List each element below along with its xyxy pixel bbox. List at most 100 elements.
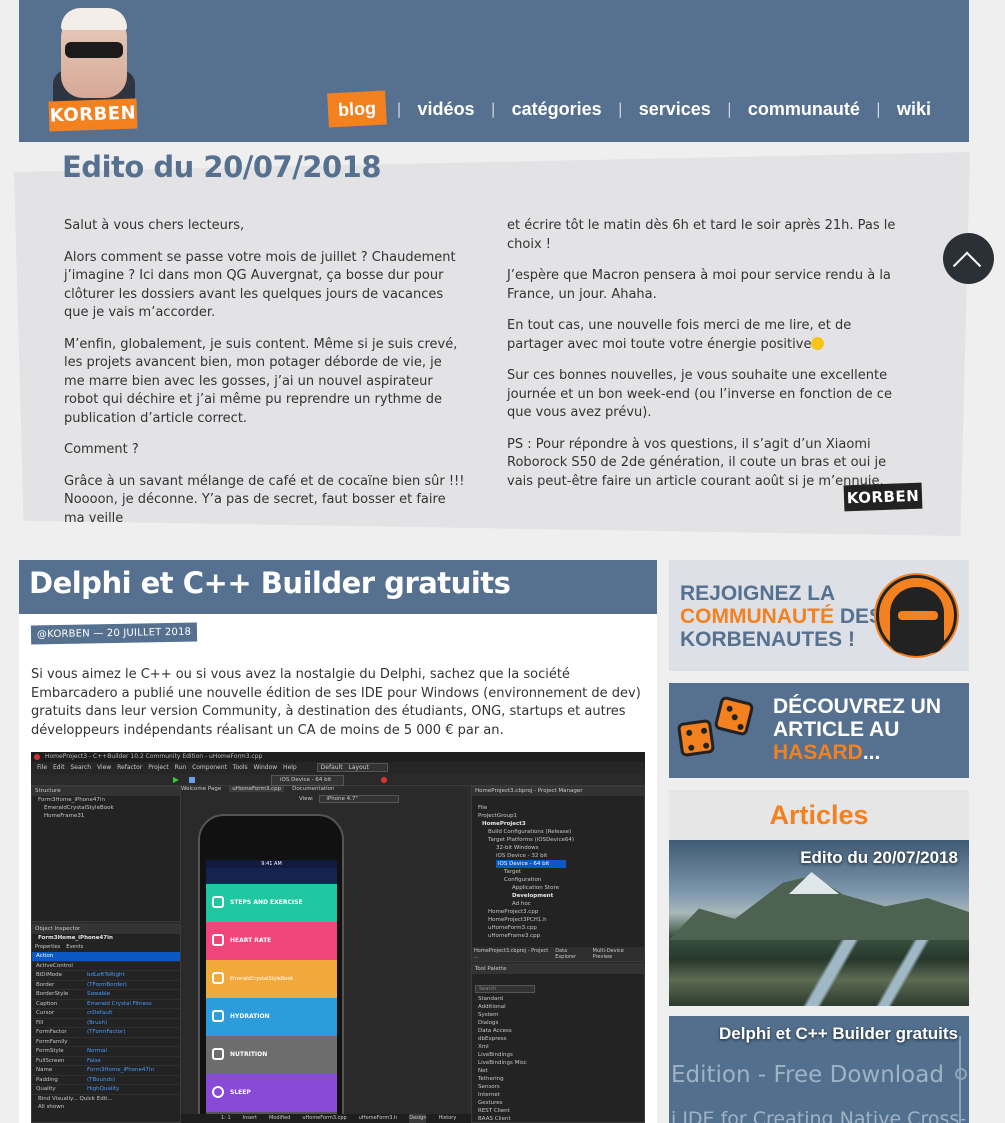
project-item[interactable]: Configuration	[472, 876, 644, 884]
article-screenshot[interactable]: HomeProject3 - C++Builder 10.2 Community…	[31, 752, 645, 1123]
project-item-selected[interactable]: iOS Device - 64 bit	[496, 860, 566, 868]
structure-item[interactable]: HomeFrame31	[32, 812, 180, 820]
project-item[interactable]: HomeProject3.cpp	[472, 908, 644, 916]
project-item[interactable]: Application Store	[472, 884, 644, 892]
inspector-row[interactable]: FormFactor (TFormFactor)	[32, 1028, 180, 1038]
status-tab[interactable]: uHomeForm3.h	[359, 1114, 397, 1123]
nav-communaute[interactable]: communauté	[742, 92, 866, 126]
ide-titlebar: HomeProject3 - C++Builder 10.2 Community…	[31, 752, 645, 762]
palette-category[interactable]: dbExpress	[472, 1035, 644, 1043]
inspector-object[interactable]: Form3Home_iPhone47in	[32, 934, 180, 942]
phone-app-bar	[206, 868, 337, 884]
status-tab[interactable]: History	[438, 1114, 456, 1123]
inspector-row[interactable]: Name Form3Home_iPhone47in	[32, 1066, 180, 1076]
article-card-edito[interactable]: Edito du 20/07/2018	[669, 840, 969, 1006]
inspector-row[interactable]: FullScreen False	[32, 1057, 180, 1066]
inspector-row[interactable]: Border (TFormBorder)	[32, 981, 180, 990]
inspector-row[interactable]: Quality HighQuality	[32, 1085, 180, 1095]
palette-category[interactable]: REST Client	[472, 1107, 644, 1115]
palette-category[interactable]: Gestures	[472, 1099, 644, 1107]
phone-row-heart[interactable]: HEART RATE	[206, 922, 337, 960]
project-bottom-tab[interactable]: HomeProject3.cbproj - Project ...	[474, 948, 550, 960]
inspector-row[interactable]: Action	[32, 952, 180, 962]
nav-videos[interactable]: vidéos	[412, 92, 481, 126]
status-tab[interactable]: Design	[409, 1114, 427, 1123]
palette-category[interactable]: Sensors	[472, 1083, 644, 1091]
inspector-row[interactable]: Cursor crDefault	[32, 1009, 180, 1019]
designer-tab[interactable]: Documentation	[292, 786, 334, 792]
article-card-title[interactable]: Edito du 20/07/2018	[800, 848, 958, 868]
nav-services[interactable]: services	[633, 92, 717, 126]
nav-categories[interactable]: catégories	[506, 92, 608, 126]
palette-category[interactable]: System	[472, 1011, 644, 1019]
phone-row-stylebook[interactable]: EmeraldCrystalStyleBook	[206, 960, 337, 998]
korben-logo[interactable]: KORBEN	[48, 4, 139, 132]
ninja-ring	[876, 575, 957, 656]
nav-wiki[interactable]: wiki	[891, 92, 937, 126]
project-item[interactable]: iOS Device - 32 bit	[472, 852, 644, 860]
inspector-row[interactable]: BorderStyle Sizeable	[32, 990, 180, 1000]
project-item[interactable]: Ad hoc	[472, 900, 644, 908]
structure-item[interactable]: Form3Home_iPhone47in	[32, 796, 180, 804]
inspector-row[interactable]: Padding (TBounds)	[32, 1076, 180, 1085]
project-item[interactable]: ProjectGroup1	[472, 812, 644, 820]
inspector-tab-events[interactable]: Events	[66, 944, 83, 950]
palette-category[interactable]: Dialogs	[472, 1019, 644, 1027]
nav-separator: |	[617, 100, 623, 118]
project-item[interactable]: uHomeFrame3.cpp	[472, 932, 644, 940]
structure-pane: Structure Form3Home_iPhone47in EmeraldCr…	[31, 786, 181, 922]
project-item[interactable]: HomeProject3	[472, 820, 644, 828]
project-bottom-tab[interactable]: Multi-Device Preview	[593, 948, 642, 960]
article-card-title[interactable]: Delphi et C++ Builder gratuits	[719, 1024, 958, 1044]
nav-blog[interactable]: blog	[327, 90, 388, 128]
project-item[interactable]: Target	[472, 868, 644, 876]
palette-category[interactable]: BAAS Client	[472, 1115, 644, 1123]
palette-category[interactable]: Standard	[472, 995, 644, 1003]
inspector-row[interactable]: Caption Emerald Crystal Fitness	[32, 1000, 180, 1009]
phone-row-sleep[interactable]: SLEEP	[206, 1074, 337, 1112]
palette-category[interactable]: Tethering	[472, 1075, 644, 1083]
inspector-row[interactable]: FormFamily	[32, 1038, 180, 1047]
designer-tab[interactable]: uHomeForm3.cpp	[229, 786, 285, 792]
inspector-row[interactable]: BiDiMode bdLeftToRight	[32, 971, 180, 981]
designer-tab[interactable]: Welcome Page	[181, 786, 221, 792]
project-item[interactable]: HomeProject3PCH1.h	[472, 916, 644, 924]
project-bottom-tab[interactable]: Data Explorer	[555, 948, 587, 960]
inspector-tab-properties[interactable]: Properties	[35, 944, 60, 950]
project-item[interactable]: Development	[472, 892, 644, 900]
palette-category[interactable]: LiveBindings Misc	[472, 1059, 644, 1067]
palette-category[interactable]: Xml	[472, 1043, 644, 1051]
nav-separator: |	[396, 100, 402, 118]
article-title[interactable]: Delphi et C++ Builder gratuits	[29, 566, 647, 600]
phone-row-steps[interactable]: STEPS AND EXERCISE	[206, 884, 337, 922]
palette-category[interactable]: Data Access	[472, 1027, 644, 1035]
inspector-footer[interactable]: Bind Visually... Quick Edit...	[32, 1095, 180, 1103]
article-card-delphi[interactable]: Edition - Free Download i IDE for Creati…	[669, 1016, 969, 1123]
ide-menu-items: File Edit Search View Refactor Project R…	[37, 764, 297, 771]
structure-item[interactable]: EmeraldCrystalStyleBook	[32, 804, 180, 812]
palette-category[interactable]: LiveBindings	[472, 1051, 644, 1059]
project-item[interactable]: 32-bit Windows	[472, 844, 644, 852]
random-article-text: DÉCOUVREZ UN ARTICLE AU HASARD...	[773, 695, 942, 764]
join-community-widget[interactable]: REJOIGNEZ LA COMMUNAUTÉ DES KORBENAUTES …	[669, 560, 969, 671]
inspector-row[interactable]: ActiveControl	[32, 962, 180, 971]
palette-search[interactable]: Search	[475, 985, 535, 993]
inspector-row[interactable]: Fill (Brush)	[32, 1019, 180, 1028]
phone-row-hydration[interactable]: HYDRATION	[206, 998, 337, 1036]
article-meta[interactable]: @KORBEN — 20 JUILLET 2018	[30, 622, 198, 645]
status-tab[interactable]: uHomeForm3.cpp	[302, 1114, 346, 1123]
project-item[interactable]: Build Configurations (Release)	[472, 828, 644, 836]
palette-category[interactable]: Net	[472, 1067, 644, 1075]
project-item[interactable]: uHomeForm3.cpp	[472, 924, 644, 932]
project-item[interactable]: Target Platforms (iOSDevice64)	[472, 836, 644, 844]
palette-category[interactable]: Additional	[472, 1003, 644, 1011]
edito-title[interactable]: Edito du 20/07/2018	[62, 150, 382, 184]
status-state: Modified	[268, 1115, 291, 1121]
random-article-widget[interactable]: DÉCOUVREZ UN ARTICLE AU HASARD...	[669, 683, 969, 778]
scroll-to-top-button[interactable]	[943, 233, 994, 284]
view-label: View:	[299, 796, 314, 802]
view-select[interactable]: iPhone 4.7"	[319, 795, 399, 803]
palette-category[interactable]: Internet	[472, 1091, 644, 1099]
inspector-row[interactable]: FormStyle Normal	[32, 1047, 180, 1057]
phone-row-nutrition[interactable]: NUTRITION	[206, 1036, 337, 1074]
